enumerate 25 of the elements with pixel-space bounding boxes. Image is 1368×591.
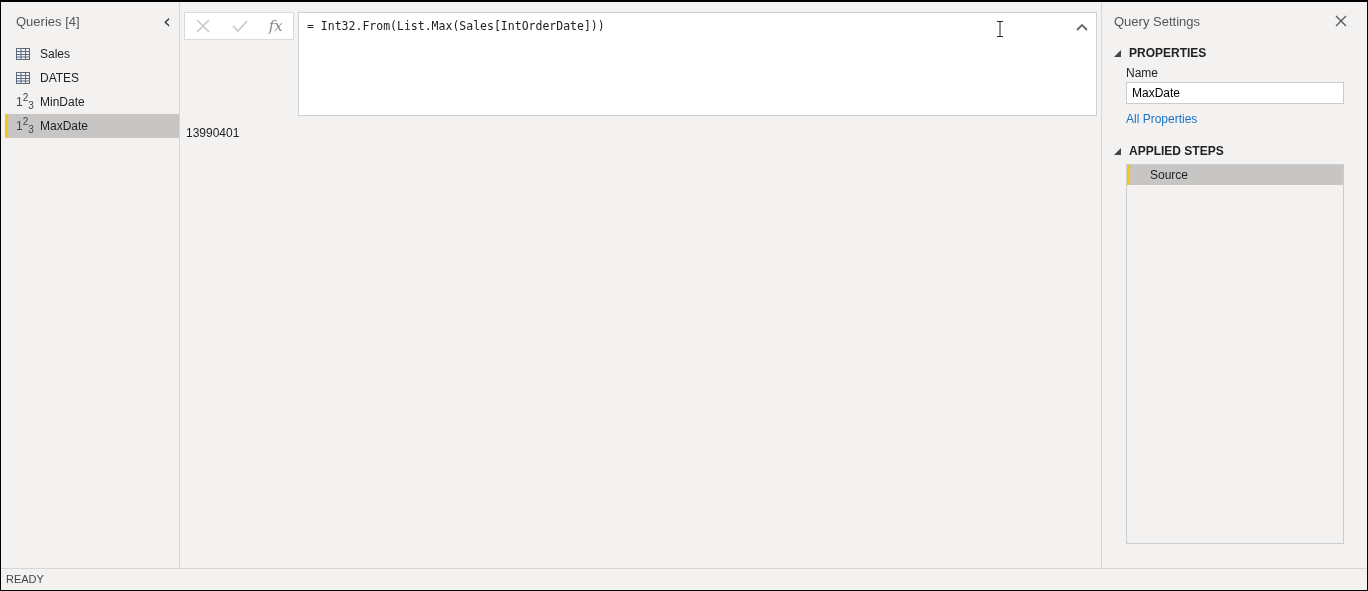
query-item[interactable]: DATES (5, 66, 179, 90)
result-value: 13990401 (185, 125, 241, 142)
step-item[interactable]: Source (1127, 165, 1343, 185)
check-icon[interactable] (232, 19, 248, 33)
field-label: Name (1126, 66, 1159, 80)
text-cursor-icon (996, 21, 1004, 37)
pane-title: Query Settings (1114, 13, 1200, 29)
status-bar: READY (1, 568, 1367, 590)
chevron-up-icon[interactable] (1076, 23, 1088, 31)
table-icon (16, 48, 30, 60)
query-item[interactable]: Sales (5, 42, 179, 66)
all-properties-link[interactable]: All Properties (1126, 112, 1198, 126)
pane-title: Queries [4] (16, 13, 80, 29)
query-item[interactable]: 1$^{2}$$_{3}$ MinDate (5, 90, 179, 114)
name-field[interactable]: MaxDate (1126, 82, 1344, 104)
query-item[interactable]: 1$^{2}$$_{3}$ MaxDate (5, 114, 179, 138)
collapse-button[interactable]: ‹ (161, 11, 173, 31)
collapse-triangle-icon[interactable] (1114, 147, 1121, 155)
formula-field[interactable]: = Int32.From(List.Max(Sales[IntOrderDate])) (298, 12, 1097, 116)
close-icon[interactable] (1335, 15, 1347, 27)
section-heading: PROPERTIES (1129, 46, 1207, 60)
section-heading: APPLIED STEPS (1129, 144, 1224, 158)
table-icon (16, 72, 30, 84)
fx-button[interactable]: fx (268, 17, 283, 35)
collapse-triangle-icon[interactable] (1114, 49, 1121, 57)
